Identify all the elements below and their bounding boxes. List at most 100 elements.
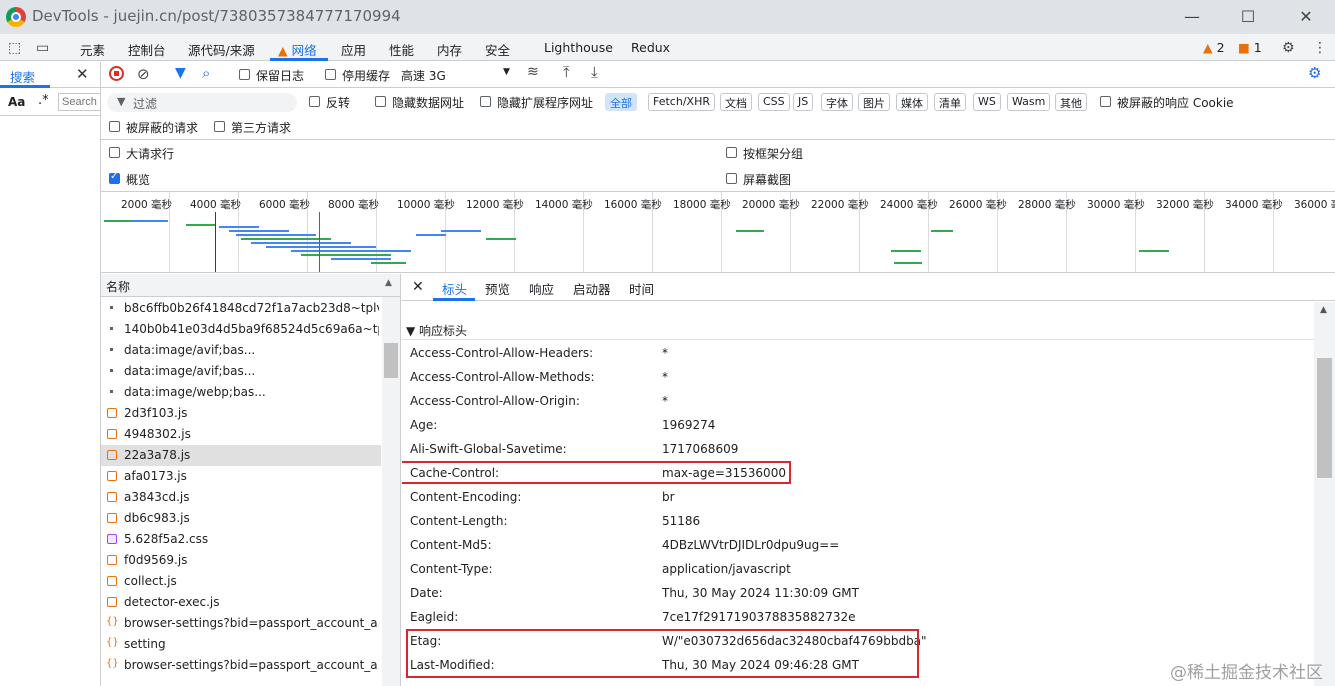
disable-cache-checkbox[interactable]	[325, 69, 336, 80]
tab-response[interactable]: 响应	[529, 279, 554, 298]
name-column-header[interactable]: 名称	[106, 278, 130, 295]
regex-button[interactable]: .*	[38, 93, 49, 108]
close-search-icon[interactable]: ✕	[76, 65, 89, 83]
import-har-icon[interactable]: ⤒	[563, 63, 570, 81]
request-row[interactable]: {} setting	[101, 634, 381, 655]
type-filter-js[interactable]: JS	[793, 93, 814, 111]
request-row[interactable]: {} browser-settings?bid=passport_account_…	[101, 655, 381, 676]
type-filter-wasm[interactable]: Wasm	[1007, 93, 1051, 111]
timeline-request-bar	[266, 246, 376, 248]
match-case-button[interactable]: Aa	[8, 95, 25, 109]
tab-security[interactable]: 安全	[485, 40, 510, 59]
tab-application[interactable]: 应用	[341, 40, 366, 59]
chevron-down-icon[interactable]: ▼	[503, 67, 510, 77]
request-row[interactable]: b8c6ffb0b26f41848cd72f1a7acb23d8~tplv...	[101, 298, 381, 319]
header-name: Access-Control-Allow-Origin:	[410, 394, 580, 408]
throttling-select[interactable]: 高速 3G	[401, 67, 446, 84]
export-har-icon[interactable]: ⤓	[591, 63, 598, 81]
preserve-log-checkbox[interactable]	[239, 69, 250, 80]
issues-badge[interactable]: ■ 1	[1238, 40, 1262, 55]
tab-headers[interactable]: 标头	[442, 279, 467, 298]
network-overview-timeline[interactable]: 2000 毫秒 4000 毫秒 6000 毫秒 8000 毫秒 10000 毫秒 1200…	[101, 192, 1335, 273]
group-by-frame-checkbox[interactable]	[726, 147, 737, 158]
hide-data-urls-checkbox[interactable]	[375, 96, 386, 107]
tab-redux[interactable]: Redux	[631, 40, 670, 55]
third-party-checkbox[interactable]	[214, 121, 225, 132]
minimize-button[interactable]: —	[1172, 4, 1212, 30]
tab-memory[interactable]: 内存	[437, 40, 462, 59]
device-toolbar-icon[interactable]: ▭	[36, 40, 49, 56]
filter-input[interactable]: ▼ 过滤	[107, 93, 297, 112]
details-scroll-thumb[interactable]	[1317, 358, 1332, 478]
filter-funnel-icon[interactable]: ▼	[175, 65, 186, 81]
invert-checkbox[interactable]	[309, 96, 320, 107]
network-conditions-icon[interactable]: ≋	[527, 64, 539, 80]
request-row[interactable]: db6c983.js	[101, 508, 381, 529]
request-list-scroll-thumb[interactable]	[384, 343, 398, 378]
tab-console[interactable]: 控制台	[128, 40, 166, 59]
request-row[interactable]: data:image/avif;bas...	[101, 340, 381, 361]
request-row[interactable]: a3843cd.js	[101, 487, 381, 508]
request-list-scrollbar[interactable]	[382, 297, 400, 686]
type-filter-media[interactable]: 媒体	[896, 93, 928, 111]
request-row[interactable]: 140b0b41e03d4d5ba9f68524d5c69a6a~tpl...	[101, 319, 381, 340]
type-filter-ws[interactable]: WS	[973, 93, 1001, 111]
warnings-badge[interactable]: ▲ 2	[1203, 40, 1225, 55]
network-settings-gear-icon[interactable]: ⚙	[1308, 64, 1321, 82]
show-overview-checkbox[interactable]	[109, 171, 120, 184]
blocked-requests-checkbox[interactable]	[109, 121, 120, 132]
tab-performance[interactable]: 性能	[389, 40, 414, 59]
tab-elements[interactable]: 元素	[80, 40, 105, 59]
request-row[interactable]: 22a3a78.js	[101, 445, 381, 466]
tab-lighthouse[interactable]: Lighthouse	[544, 40, 613, 55]
search-icon[interactable]: ⌕	[202, 64, 210, 82]
hide-extension-urls-checkbox[interactable]	[480, 96, 491, 107]
request-row[interactable]: 2d3f103.js	[101, 403, 381, 424]
close-window-button[interactable]: ✕	[1286, 4, 1326, 30]
more-options-icon[interactable]: ⋮	[1313, 40, 1327, 56]
timeline-tick-label: 4000 毫秒	[190, 199, 242, 211]
tab-timing[interactable]: 时间	[629, 279, 654, 298]
script-icon	[107, 597, 117, 607]
request-row[interactable]: 4948302.js	[101, 424, 381, 445]
tab-initiator[interactable]: 启动器	[573, 279, 611, 298]
header-name: Content-Encoding:	[410, 490, 522, 504]
request-row[interactable]: {} browser-settings?bid=passport_account_…	[101, 613, 381, 634]
request-row[interactable]: afa0173.js	[101, 466, 381, 487]
request-row[interactable]: collect.js	[101, 571, 381, 592]
tab-network[interactable]: ▲ 网络	[278, 40, 317, 59]
clear-log-icon[interactable]: ⊘	[137, 65, 150, 83]
screenshots-checkbox[interactable]	[726, 173, 737, 184]
type-filter-img[interactable]: 图片	[858, 93, 890, 111]
inspect-element-icon[interactable]: ⬚	[8, 40, 21, 56]
maximize-button[interactable]: ☐	[1228, 4, 1268, 30]
search-pane-title[interactable]: 搜索	[10, 67, 35, 86]
header-value: br	[662, 490, 675, 504]
blocked-cookies-checkbox[interactable]	[1100, 96, 1111, 107]
warnings-count: 2	[1216, 40, 1225, 55]
response-headers-title: ▼ 响应标头	[406, 324, 468, 338]
details-scrollbar[interactable]: ▲	[1314, 302, 1335, 686]
request-row[interactable]: f0d9569.js	[101, 550, 381, 571]
tab-sources[interactable]: 源代码/来源	[188, 40, 255, 59]
big-request-rows-checkbox[interactable]	[109, 147, 120, 158]
type-filter-manifest[interactable]: 清单	[934, 93, 966, 111]
request-row[interactable]: data:image/webp;bas...	[101, 382, 381, 403]
settings-gear-icon[interactable]: ⚙	[1282, 40, 1295, 56]
scroll-up-icon[interactable]: ▲	[1320, 305, 1327, 315]
type-filter-font[interactable]: 字体	[821, 93, 853, 111]
type-filter-fetch-xhr[interactable]: Fetch/XHR	[648, 93, 715, 111]
request-row[interactable]: 5.628f5a2.css	[101, 529, 381, 550]
request-row[interactable]: data:image/avif;bas...	[101, 361, 381, 382]
type-filter-doc[interactable]: 文档	[720, 93, 752, 111]
type-filter-other[interactable]: 其他	[1055, 93, 1087, 111]
response-headers-section[interactable]: ▼ 响应标头	[402, 318, 1314, 340]
record-stop-icon[interactable]	[109, 66, 124, 81]
sort-up-icon[interactable]: ▲	[385, 278, 392, 288]
request-row[interactable]: detector-exec.js	[101, 592, 381, 613]
tab-preview[interactable]: 预览	[485, 279, 510, 298]
type-filter-all[interactable]: 全部	[605, 93, 637, 111]
close-details-icon[interactable]: ✕	[412, 279, 424, 295]
type-filter-css[interactable]: CSS	[758, 93, 790, 111]
search-input[interactable]	[58, 93, 100, 111]
